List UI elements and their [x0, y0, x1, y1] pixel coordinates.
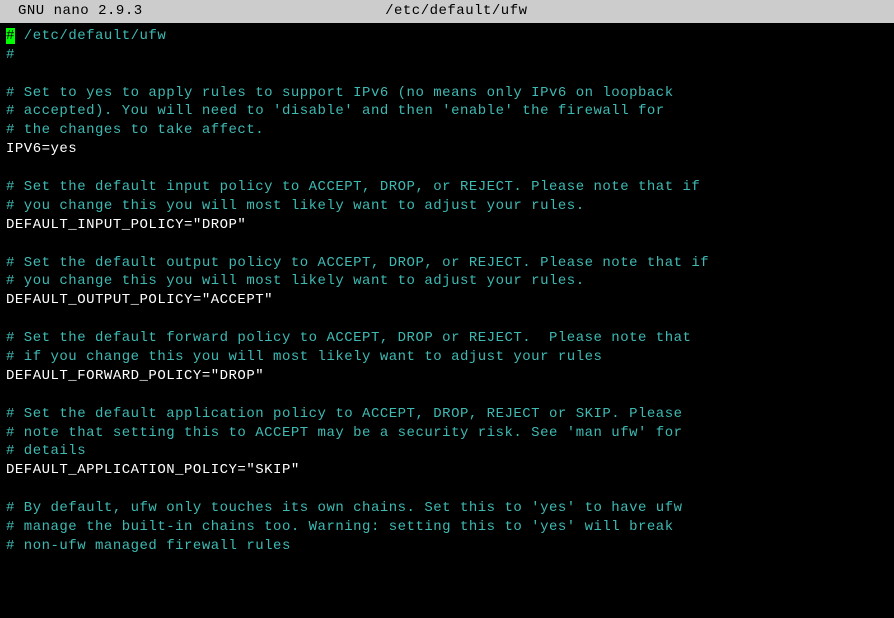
file-path: /etc/default/ufw: [385, 2, 647, 21]
editor-line: # note that setting this to ACCEPT may b…: [6, 424, 888, 443]
editor-line: # manage the built-in chains too. Warnin…: [6, 518, 888, 537]
editor-area[interactable]: # /etc/default/ufw# # Set to yes to appl…: [0, 23, 894, 560]
nano-header: GNU nano 2.9.3 /etc/default/ufw: [0, 0, 894, 23]
editor-line: DEFAULT_OUTPUT_POLICY="ACCEPT": [6, 291, 888, 310]
editor-line: DEFAULT_INPUT_POLICY="DROP": [6, 216, 888, 235]
app-name: GNU nano 2.9.3: [4, 2, 143, 21]
editor-line: [6, 386, 888, 405]
editor-line: DEFAULT_FORWARD_POLICY="DROP": [6, 367, 888, 386]
editor-line: # Set the default forward policy to ACCE…: [6, 329, 888, 348]
editor-line: # Set the default output policy to ACCEP…: [6, 254, 888, 273]
editor-line: DEFAULT_APPLICATION_POLICY="SKIP": [6, 461, 888, 480]
editor-line: #: [6, 46, 888, 65]
editor-line: [6, 235, 888, 254]
editor-line: # non-ufw managed firewall rules: [6, 537, 888, 556]
editor-line: [6, 310, 888, 329]
comment-text: /etc/default/ufw: [15, 28, 166, 44]
editor-line: # By default, ufw only touches its own c…: [6, 499, 888, 518]
editor-line: # Set to yes to apply rules to support I…: [6, 84, 888, 103]
editor-line: [6, 480, 888, 499]
editor-line: # Set the default input policy to ACCEPT…: [6, 178, 888, 197]
editor-line: # you change this you will most likely w…: [6, 272, 888, 291]
editor-line: # /etc/default/ufw: [6, 27, 888, 46]
editor-line: # details: [6, 442, 888, 461]
editor-line: [6, 159, 888, 178]
editor-line: [6, 65, 888, 84]
editor-line: # if you change this you will most likel…: [6, 348, 888, 367]
editor-line: # accepted). You will need to 'disable' …: [6, 102, 888, 121]
editor-line: # the changes to take affect.: [6, 121, 888, 140]
editor-line: # you change this you will most likely w…: [6, 197, 888, 216]
cursor: #: [6, 28, 15, 44]
editor-line: # Set the default application policy to …: [6, 405, 888, 424]
editor-line: IPV6=yes: [6, 140, 888, 159]
